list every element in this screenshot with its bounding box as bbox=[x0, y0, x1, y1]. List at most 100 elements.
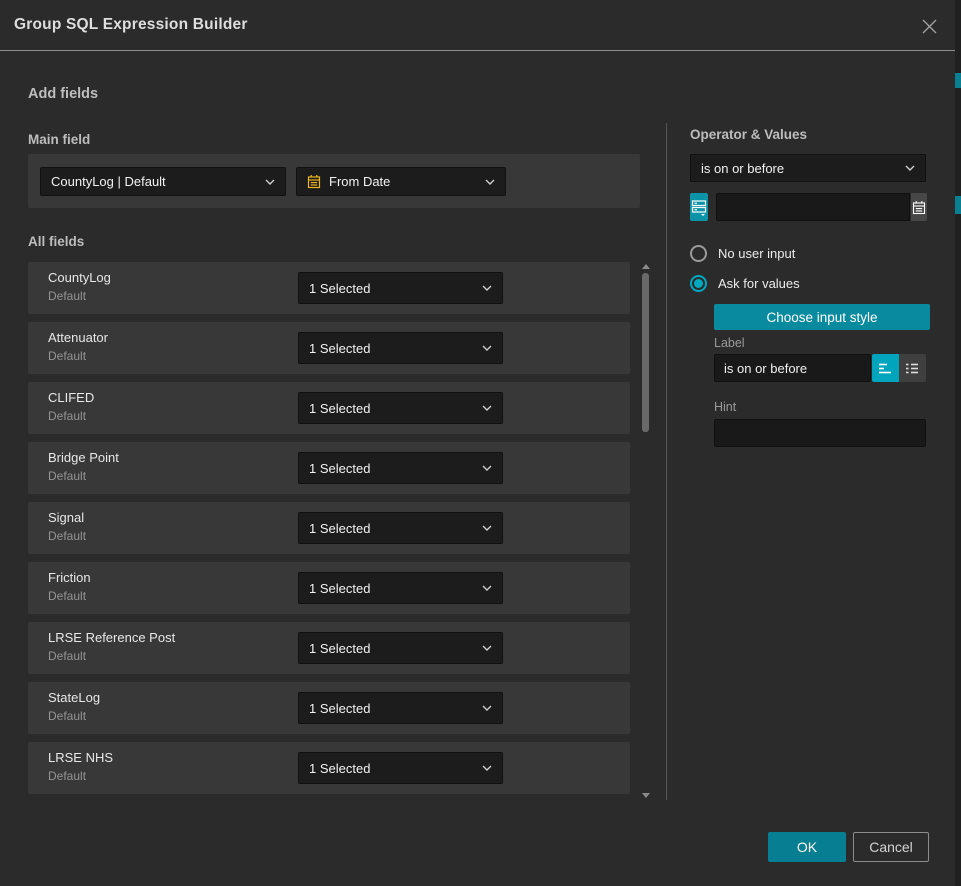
main-field-box: CountyLog | Default From Date bbox=[28, 154, 640, 208]
field-selection-dropdown-value: 1 Selected bbox=[309, 761, 474, 776]
field-name: Signal bbox=[48, 510, 86, 525]
panel-divider bbox=[666, 123, 667, 800]
cancel-button[interactable]: Cancel bbox=[853, 832, 929, 862]
field-row: Friction Default 1 Selected bbox=[28, 562, 630, 614]
field-meta: CLIFED Default bbox=[48, 390, 94, 423]
label-input[interactable] bbox=[714, 354, 871, 382]
chevron-down-icon bbox=[482, 705, 492, 711]
radio-label: Ask for values bbox=[718, 276, 800, 291]
scroll-up-icon[interactable] bbox=[642, 264, 650, 269]
field-selection-dropdown[interactable]: 1 Selected bbox=[298, 392, 503, 424]
field-sublabel: Default bbox=[48, 349, 108, 363]
value-input-row bbox=[690, 193, 927, 221]
field-selection-dropdown[interactable]: 1 Selected bbox=[298, 332, 503, 364]
radio-circle-checked bbox=[690, 275, 707, 292]
field-meta: Friction Default bbox=[48, 570, 91, 603]
field-selection-dropdown[interactable]: 1 Selected bbox=[298, 512, 503, 544]
field-name: CLIFED bbox=[48, 390, 94, 405]
field-row: CLIFED Default 1 Selected bbox=[28, 382, 630, 434]
chevron-down-icon bbox=[482, 405, 492, 411]
label-input-row bbox=[714, 354, 926, 382]
field-selection-dropdown-value: 1 Selected bbox=[309, 461, 474, 476]
field-meta: CountyLog Default bbox=[48, 270, 111, 303]
background-fragment bbox=[955, 73, 961, 88]
field-selection-dropdown-value: 1 Selected bbox=[309, 701, 474, 716]
field-selection-dropdown[interactable]: 1 Selected bbox=[298, 632, 503, 664]
field-name: CountyLog bbox=[48, 270, 111, 285]
chevron-down-icon bbox=[482, 285, 492, 291]
group-sql-expression-builder-dialog: Group SQL Expression Builder Add fields … bbox=[0, 0, 955, 886]
layer-dropdown[interactable]: CountyLog | Default bbox=[40, 167, 286, 196]
field-selection-dropdown-value: 1 Selected bbox=[309, 281, 474, 296]
field-selection-dropdown-value: 1 Selected bbox=[309, 521, 474, 536]
field-selection-dropdown[interactable]: 1 Selected bbox=[298, 692, 503, 724]
radio-ask-for-values[interactable]: Ask for values bbox=[690, 275, 800, 292]
field-row: Signal Default 1 Selected bbox=[28, 502, 630, 554]
calendar-button[interactable] bbox=[911, 193, 927, 221]
main-field-label: Main field bbox=[28, 132, 90, 147]
scroll-down-icon[interactable] bbox=[642, 793, 650, 798]
close-icon bbox=[921, 18, 938, 35]
field-row: LRSE NHS Default 1 Selected bbox=[28, 742, 630, 794]
field-sublabel: Default bbox=[48, 709, 100, 723]
chevron-down-icon bbox=[905, 165, 915, 171]
calendar-icon bbox=[307, 174, 321, 189]
bulleted-list-icon bbox=[905, 362, 920, 375]
background-fragment bbox=[955, 196, 961, 214]
field-sublabel: Default bbox=[48, 469, 119, 483]
single-line-style-toggle[interactable] bbox=[872, 354, 899, 382]
field-sublabel: Default bbox=[48, 589, 91, 603]
field-name: StateLog bbox=[48, 690, 100, 705]
calendar-icon bbox=[912, 200, 926, 215]
field-selection-dropdown-value: 1 Selected bbox=[309, 341, 474, 356]
operator-dropdown-value: is on or before bbox=[701, 161, 897, 176]
field-row: LRSE Reference Post Default 1 Selected bbox=[28, 622, 630, 674]
field-selection-dropdown[interactable]: 1 Selected bbox=[298, 272, 503, 304]
field-name: Bridge Point bbox=[48, 450, 119, 465]
field-row: StateLog Default 1 Selected bbox=[28, 682, 630, 734]
chevron-down-icon bbox=[482, 585, 492, 591]
field-sublabel: Default bbox=[48, 289, 111, 303]
field-sublabel: Default bbox=[48, 529, 86, 543]
radio-no-user-input[interactable]: No user input bbox=[690, 245, 795, 262]
field-selection-dropdown-value: 1 Selected bbox=[309, 641, 474, 656]
close-button[interactable] bbox=[913, 10, 945, 42]
dialog-header: Group SQL Expression Builder bbox=[0, 0, 955, 51]
field-name: LRSE Reference Post bbox=[48, 630, 175, 645]
field-selection-dropdown[interactable]: 1 Selected bbox=[298, 572, 503, 604]
field-name: Friction bbox=[48, 570, 91, 585]
chevron-down-icon bbox=[482, 525, 492, 531]
main-field-dropdown[interactable]: From Date bbox=[296, 167, 506, 196]
choose-input-style-button[interactable]: Choose input style bbox=[714, 304, 930, 330]
operator-values-heading: Operator & Values bbox=[690, 127, 807, 142]
hint-input[interactable] bbox=[714, 419, 926, 447]
field-meta: Attenuator Default bbox=[48, 330, 108, 363]
field-sublabel: Default bbox=[48, 769, 113, 783]
list-style-toggle[interactable] bbox=[899, 354, 926, 382]
field-sublabel: Default bbox=[48, 649, 175, 663]
field-meta: LRSE NHS Default bbox=[48, 750, 113, 783]
field-selection-dropdown-value: 1 Selected bbox=[309, 581, 474, 596]
unique-values-button[interactable] bbox=[690, 193, 708, 221]
field-meta: StateLog Default bbox=[48, 690, 100, 723]
field-sublabel: Default bbox=[48, 409, 94, 423]
list-scrollbar[interactable] bbox=[640, 258, 650, 802]
main-field-dropdown-value: From Date bbox=[329, 174, 469, 189]
hint-field-caption: Hint bbox=[714, 400, 736, 414]
add-fields-heading: Add fields bbox=[28, 86, 98, 102]
date-value-input[interactable] bbox=[716, 193, 910, 221]
radio-label: No user input bbox=[718, 246, 795, 261]
field-name: LRSE NHS bbox=[48, 750, 113, 765]
scrollbar-thumb[interactable] bbox=[642, 273, 649, 432]
field-row: Attenuator Default 1 Selected bbox=[28, 322, 630, 374]
radio-circle-unchecked bbox=[690, 245, 707, 262]
dialog-title: Group SQL Expression Builder bbox=[14, 16, 248, 34]
field-meta: Signal Default bbox=[48, 510, 86, 543]
ok-button[interactable]: OK bbox=[768, 832, 846, 862]
field-selection-dropdown[interactable]: 1 Selected bbox=[298, 752, 503, 784]
operator-dropdown[interactable]: is on or before bbox=[690, 154, 926, 182]
field-selection-dropdown[interactable]: 1 Selected bbox=[298, 452, 503, 484]
all-fields-label: All fields bbox=[28, 234, 84, 249]
chevron-down-icon bbox=[265, 179, 275, 185]
chevron-down-icon bbox=[482, 465, 492, 471]
